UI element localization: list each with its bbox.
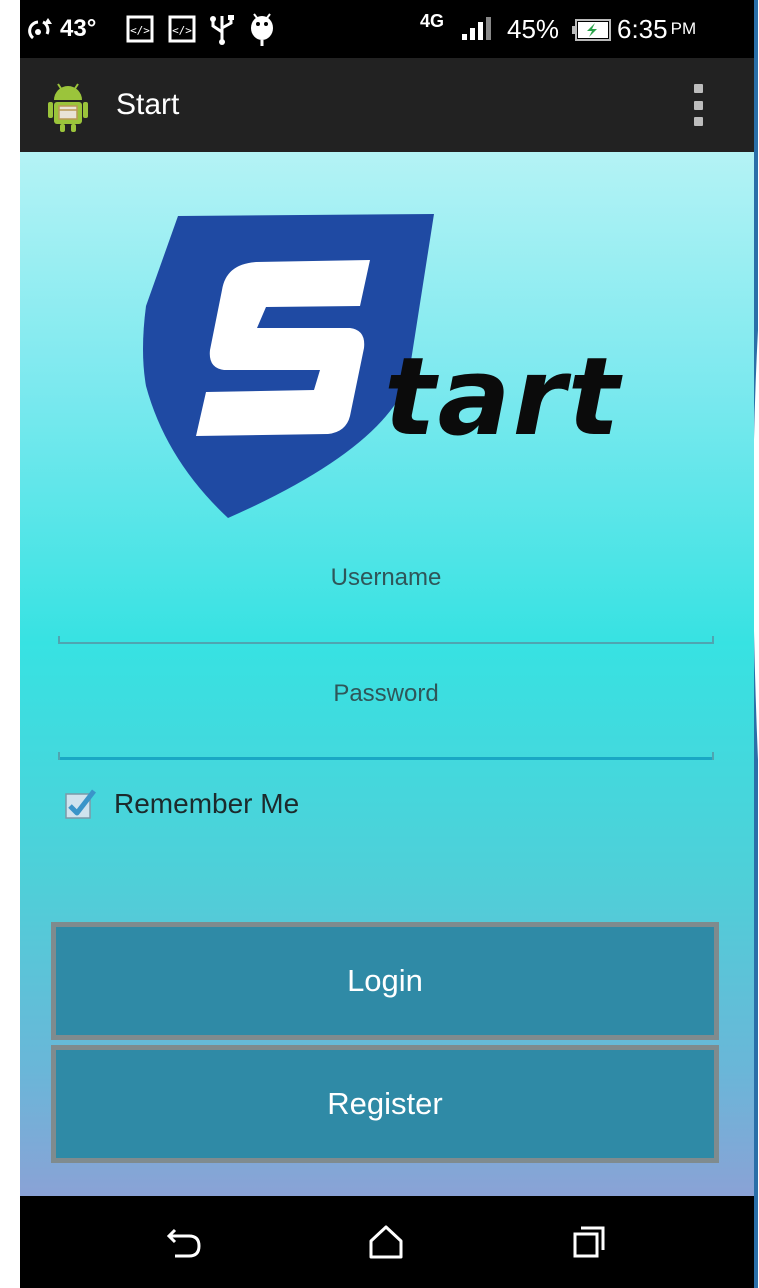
code-notification-icon: </> [126,15,154,43]
usb-icon [210,15,234,45]
home-button[interactable] [362,1218,410,1266]
register-button[interactable]: Register [51,1045,719,1163]
recent-apps-button[interactable] [565,1218,613,1266]
clock-time: 6:35 [617,13,668,44]
home-icon [369,1225,403,1259]
svg-text:</>: </> [172,24,192,37]
clock: 6:35 PM [617,0,696,58]
android-app-icon[interactable] [48,80,88,132]
back-icon [166,1228,201,1258]
login-screen: tart Remember Me Login Register [20,152,754,1196]
menu-dot [693,100,703,110]
menu-dot [693,117,703,126]
overflow-menu-icon[interactable] [684,80,712,130]
code-notification-icon: </> [168,15,196,43]
password-input[interactable] [58,664,714,759]
recent-apps-icon [573,1226,605,1258]
app-title: Start [116,88,180,121]
action-bar: Start [20,58,754,152]
login-button[interactable]: Login [51,922,719,1040]
svg-text:</>: </> [130,24,150,37]
remember-me-row[interactable]: Remember Me [64,784,299,824]
username-field [58,548,714,648]
username-input[interactable] [58,548,714,643]
remember-me-label: Remember Me [114,788,300,819]
username-underline [58,636,714,644]
password-field [58,664,714,764]
phone-screen: 43° </> </> 4G 45% 6:35 PM Start tart Us… [20,0,754,1288]
logo-wordmark: tart [384,335,623,460]
back-button[interactable] [161,1218,209,1266]
android-debug-icon [251,13,273,46]
hotspot-icon [28,18,52,40]
battery-percent: 45% [507,13,560,44]
battery-charging-icon [572,19,611,41]
menu-dot [693,84,703,93]
navigation-bar [20,1196,754,1288]
password-underline [58,752,714,760]
start-logo: tart [143,214,623,518]
network-type-label: 4G [420,10,445,31]
status-bar: 43° </> </> 4G 45% 6:35 PM [20,0,754,58]
clock-suffix: PM [670,19,697,38]
temperature-readout: 43° [60,15,97,42]
signal-icon [462,17,491,40]
remember-me-checkbox[interactable] [64,788,96,820]
